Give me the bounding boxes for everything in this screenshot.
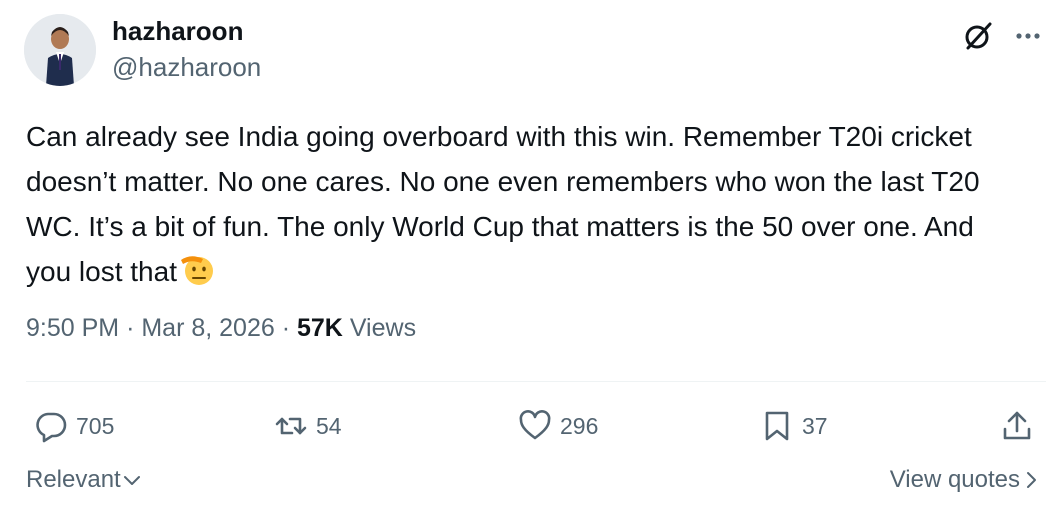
view-quotes-link[interactable]: View quotes — [890, 466, 1042, 494]
views-label: Views — [349, 314, 417, 342]
more-icon[interactable] — [1012, 20, 1044, 52]
chevron-right-icon — [1027, 472, 1036, 488]
bookmark-count: 37 — [802, 412, 828, 439]
like-button[interactable]: 296 — [518, 404, 598, 448]
bookmark-icon — [765, 411, 789, 441]
views-count: 57K — [297, 314, 343, 342]
tweet-date[interactable]: Mar 8, 2026 — [141, 314, 274, 342]
sort-label: Relevant — [26, 466, 121, 493]
tweet-text: Can already see India going overboard wi… — [26, 114, 1026, 294]
meta-separator: · — [126, 314, 135, 342]
reply-count: 705 — [76, 412, 115, 439]
heart-icon — [519, 410, 551, 440]
tweet-time[interactable]: 9:50 PM — [26, 314, 119, 342]
grok-icon[interactable] — [960, 18, 996, 54]
tweet-meta: 9:50 PM · Mar 8, 2026 · 57K Views — [26, 314, 416, 343]
view-quotes-label: View quotes — [889, 466, 1020, 493]
author-handle[interactable]: @hazharoon — [112, 52, 261, 83]
reply-icon — [36, 412, 67, 443]
divider — [26, 381, 1046, 382]
repost-count: 54 — [316, 412, 342, 439]
bookmark-button[interactable]: 37 — [760, 404, 828, 448]
chevron-down-icon — [123, 476, 140, 485]
author-name[interactable]: hazharoon — [112, 16, 243, 47]
avatar-image — [24, 14, 96, 86]
share-icon — [1003, 411, 1031, 440]
repost-icon — [275, 417, 307, 435]
share-button[interactable] — [1000, 404, 1042, 448]
repost-button[interactable]: 54 — [274, 404, 342, 448]
tweet-text-body: Can already see India going overboard wi… — [26, 121, 988, 287]
meta-separator: · — [281, 314, 291, 342]
avatar[interactable] — [24, 14, 96, 86]
sort-relevant-dropdown[interactable]: Relevant — [26, 466, 143, 494]
saluting-face-emoji — [180, 256, 213, 285]
reply-button[interactable]: 705 — [34, 404, 114, 448]
like-count: 296 — [560, 412, 599, 439]
